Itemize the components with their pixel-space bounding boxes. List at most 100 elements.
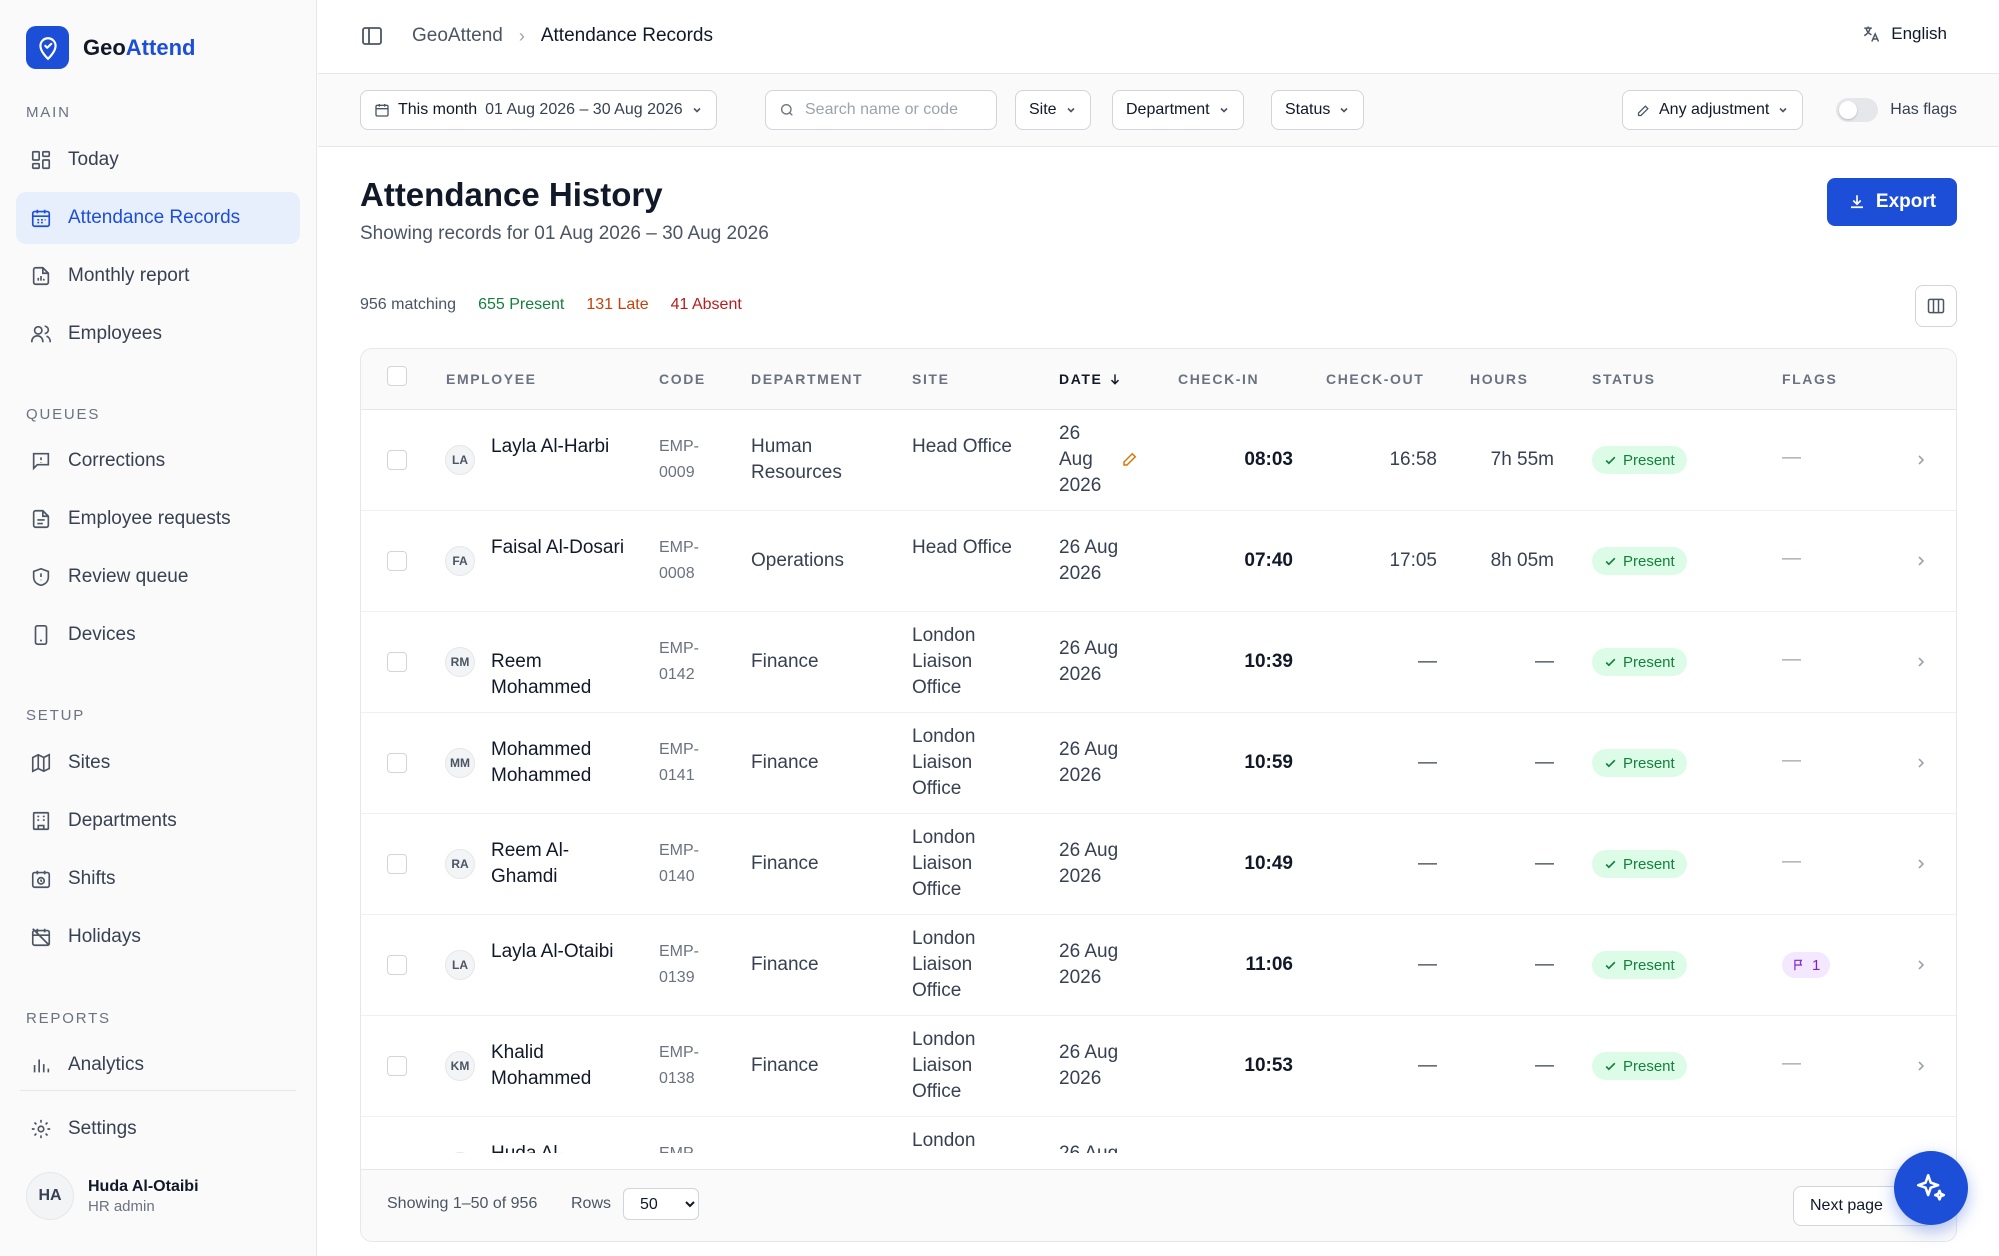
department-filter[interactable]: Department xyxy=(1112,90,1244,130)
sidebar-item-employee-requests[interactable]: Employee requests xyxy=(16,493,300,545)
adjustment-filter[interactable]: Any adjustment xyxy=(1622,90,1804,130)
table-row[interactable]: FA Faisal Al-Dosari EMP-0008 Operations Head… xyxy=(361,511,1956,612)
chevron-right-icon[interactable] xyxy=(1916,857,1926,871)
table-row[interactable]: LA Layla Al-Harbi EMP-0009 Human Resources H… xyxy=(361,410,1956,511)
column-site[interactable]: SITE xyxy=(912,371,950,387)
site-cell: London Liaison Office xyxy=(912,1130,976,1151)
row-checkbox[interactable] xyxy=(387,955,407,975)
chevron-down-icon xyxy=(1779,107,1787,113)
sidebar-item-today[interactable]: Today xyxy=(16,134,300,186)
employee-name[interactable]: Layla Al-Otaibi xyxy=(491,939,626,965)
sidebar-toggle-icon[interactable] xyxy=(360,24,386,50)
row-checkbox[interactable] xyxy=(387,854,407,874)
has-flags-toggle[interactable]: Has flags xyxy=(1836,98,1957,122)
checkin-cell: 10:49 xyxy=(1244,853,1293,874)
table-row[interactable]: MM Mohammed Mohammed EMP-0141 Finance London… xyxy=(361,713,1956,814)
employee-avatar: LA xyxy=(445,445,475,475)
flag-badge[interactable]: 1 xyxy=(1782,952,1831,978)
export-button[interactable]: Export xyxy=(1827,178,1957,226)
has-flags-label: Has flags xyxy=(1890,101,1957,118)
rows-per-page-select[interactable]: 50 xyxy=(623,1188,699,1220)
select-all-checkbox[interactable] xyxy=(387,366,407,386)
status-filter[interactable]: Status xyxy=(1271,90,1365,130)
employee-name[interactable]: Reem Mohammed xyxy=(491,649,626,701)
sidebar-item-monthly-report[interactable]: Monthly report xyxy=(16,250,300,302)
sidebar-item-shifts[interactable]: Shifts xyxy=(16,853,300,905)
chevron-right-icon[interactable] xyxy=(1916,958,1926,972)
column-employee[interactable]: EMPLOYEE xyxy=(446,371,537,387)
sidebar-item-attendance-records[interactable]: Attendance Records xyxy=(16,192,300,244)
employee-avatar: KM xyxy=(445,1051,475,1081)
sidebar-item-label: Shifts xyxy=(68,868,116,889)
status-badge: Present xyxy=(1592,850,1687,878)
status-label: Present xyxy=(1623,451,1675,469)
table-row[interactable]: LA Layla Al-Otaibi EMP-0139 Finance London L… xyxy=(361,915,1956,1016)
row-checkbox[interactable] xyxy=(387,551,407,571)
employee-name[interactable]: Mohammed Mohammed xyxy=(491,737,626,789)
employee-name[interactable]: Huda Al-Zahrani xyxy=(491,1141,626,1153)
date-cell: 26 Aug 2026 xyxy=(1059,1141,1129,1153)
column-flags[interactable]: FLAGS xyxy=(1782,371,1837,387)
sidebar-item-sites[interactable]: Sites xyxy=(16,737,300,789)
table-row[interactable]: KM Khalid Mohammed EMP-0138 Finance London L… xyxy=(361,1016,1956,1117)
column-checkin[interactable]: CHECK-IN xyxy=(1178,371,1259,387)
users-icon xyxy=(31,325,51,343)
employee-name[interactable]: Layla Al-Harbi xyxy=(491,434,626,460)
table-row[interactable]: RM Reem Mohammed EMP-0142 Finance London Lia… xyxy=(361,612,1956,713)
chevron-right-icon[interactable] xyxy=(1916,655,1926,669)
hours-cell: 8h 05m xyxy=(1490,550,1554,571)
row-checkbox[interactable] xyxy=(387,450,407,470)
sidebar-item-analytics[interactable]: Analytics xyxy=(16,1039,300,1091)
filter-bar: This month 01 Aug 2026 – 30 Aug 2026 Sit… xyxy=(318,74,1999,147)
row-checkbox[interactable] xyxy=(387,652,407,672)
period-range: 01 Aug 2026 – 30 Aug 2026 xyxy=(485,101,683,118)
table-row[interactable]: HAHuda Al-ZahraniEMP-0137FinanceLondon L… xyxy=(361,1117,1956,1153)
chevron-right-icon[interactable] xyxy=(1916,1059,1926,1073)
column-date[interactable]: DATE xyxy=(1059,371,1122,387)
breadcrumb-root[interactable]: GeoAttend xyxy=(412,25,503,47)
ai-assistant-button[interactable] xyxy=(1894,1151,1968,1225)
checkin-cell: 10:39 xyxy=(1244,651,1293,672)
employee-name[interactable]: Reem Al-Ghamdi xyxy=(491,838,626,890)
chevron-right-icon[interactable] xyxy=(1916,453,1926,467)
row-checkbox[interactable] xyxy=(387,1056,407,1076)
employee-code: EMP-0008 xyxy=(659,539,699,582)
column-checkout[interactable]: CHECK-OUT xyxy=(1326,371,1424,387)
checkout-cell: 16:58 xyxy=(1389,449,1437,470)
sidebar-item-employees[interactable]: Employees xyxy=(16,308,300,360)
sidebar-item-devices[interactable]: Devices xyxy=(16,609,300,661)
language-switcher[interactable]: English xyxy=(1861,24,1947,44)
column-hours[interactable]: HOURS xyxy=(1470,371,1529,387)
site-cell: London Liaison Office xyxy=(912,827,976,900)
sidebar-item-settings[interactable]: Settings xyxy=(16,1103,300,1155)
status-badge: Present xyxy=(1592,749,1687,777)
sidebar-item-review-queue[interactable]: Review queue xyxy=(16,551,300,603)
site-filter-label: Site xyxy=(1029,101,1057,118)
toggle-switch[interactable] xyxy=(1836,98,1879,122)
column-department[interactable]: DEPARTMENT xyxy=(751,371,863,387)
brand[interactable]: GeoAttend xyxy=(26,26,195,69)
columns-button[interactable] xyxy=(1915,285,1957,327)
employee-name[interactable]: Khalid Mohammed xyxy=(491,1040,626,1092)
sidebar-item-corrections[interactable]: Corrections xyxy=(16,435,300,487)
search-field[interactable] xyxy=(765,90,997,130)
employee-name[interactable]: Faisal Al-Dosari xyxy=(491,535,626,561)
column-code[interactable]: CODE xyxy=(659,371,706,387)
site-filter[interactable]: Site xyxy=(1015,90,1091,130)
table-row[interactable]: RA Reem Al-Ghamdi EMP-0140 Finance London Li… xyxy=(361,814,1956,915)
stat-present[interactable]: 655 Present xyxy=(478,296,564,314)
sidebar-item-holidays[interactable]: Holidays xyxy=(16,911,300,963)
column-status[interactable]: STATUS xyxy=(1592,371,1656,387)
sidebar-item-departments[interactable]: Departments xyxy=(16,795,300,847)
search-input[interactable] xyxy=(805,101,975,119)
date-range-filter[interactable]: This month 01 Aug 2026 – 30 Aug 2026 xyxy=(360,90,717,130)
user-profile[interactable]: HA Huda Al-Otaibi HR admin xyxy=(26,1172,199,1220)
sidebar-item-label: Employee requests xyxy=(68,508,231,529)
stat-absent[interactable]: 41 Absent xyxy=(671,296,742,314)
row-checkbox[interactable] xyxy=(387,753,407,773)
stat-late[interactable]: 131 Late xyxy=(586,296,648,314)
chevron-right-icon[interactable] xyxy=(1916,756,1926,770)
chevron-right-icon[interactable] xyxy=(1916,554,1926,568)
table-footer: Showing 1–50 of 956 Rows 50 Next page xyxy=(361,1169,1956,1241)
breadcrumb-current: Attendance Records xyxy=(540,25,714,46)
